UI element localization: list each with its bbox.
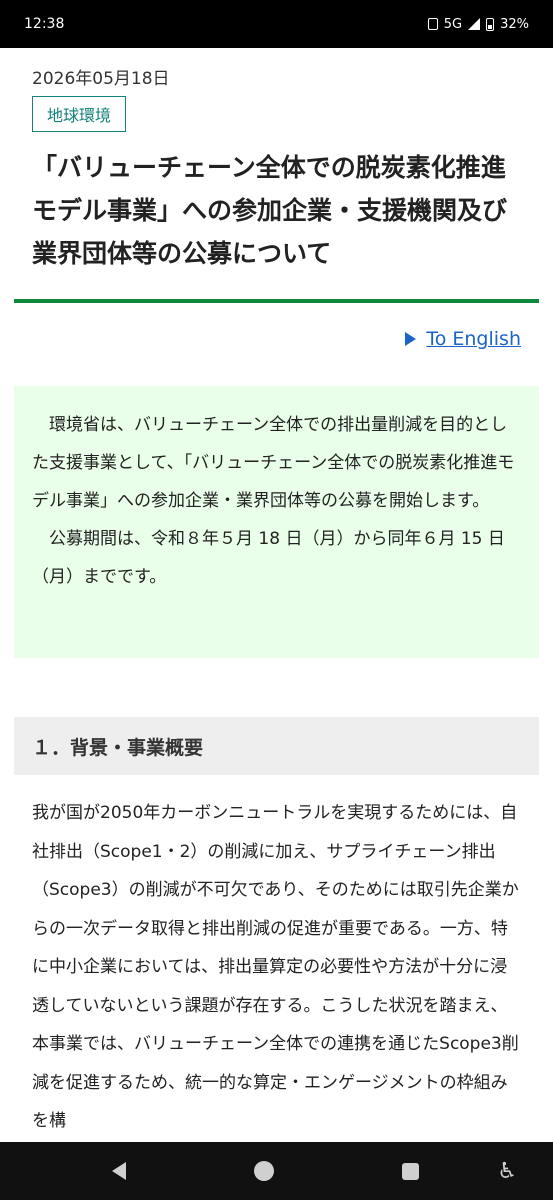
vibrate-icon <box>427 18 438 30</box>
accessibility-icon[interactable]: ♿ <box>497 1159 517 1184</box>
to-english-link[interactable]: To English <box>405 328 521 350</box>
battery-percent: 32% <box>500 16 529 32</box>
home-icon[interactable] <box>254 1161 275 1181</box>
announcement-paragraph-2: 公募期間は、令和８年５月 18 日（月）から同年６月 15 日（月）までです。 <box>32 529 505 587</box>
play-arrow-icon <box>405 332 417 346</box>
status-bar: 12:38 5G 32% <box>0 0 553 48</box>
navigation-bar: ♿ <box>0 1142 553 1200</box>
signal-icon <box>468 18 481 30</box>
section-body: 我が国が2050年カーボンニュートラルを実現するためには、自社排出（Scope1… <box>32 803 519 1131</box>
page-title: 「バリューチェーン全体での脱炭素化推進モデル事業」への参加企業・支援機関及び業界… <box>32 153 508 268</box>
title-divider <box>14 299 539 303</box>
announcement-box: 環境省は、バリューチェーン全体での排出量削減を目的とした支援事業として、「バリュ… <box>14 386 539 658</box>
back-icon[interactable] <box>112 1162 126 1180</box>
status-time: 12:38 <box>24 16 65 32</box>
page-content[interactable]: 2026年05月18日 地球環境 「バリューチェーン全体での脱炭素化推進モデル事… <box>0 48 553 1142</box>
network-label: 5G <box>443 16 463 32</box>
to-english-label[interactable]: To English <box>426 328 521 350</box>
article-date: 2026年05月18日 <box>32 69 170 89</box>
announcement-paragraph-1: 環境省は、バリューチェーン全体での排出量削減を目的とした支援事業として、「バリュ… <box>32 415 515 511</box>
status-icons: 5G 32% <box>427 16 529 32</box>
battery-icon <box>486 17 495 31</box>
category-tag[interactable]: 地球環境 <box>32 96 127 132</box>
section-heading: １．背景・事業概要 <box>14 717 539 775</box>
recents-icon[interactable] <box>402 1162 420 1180</box>
